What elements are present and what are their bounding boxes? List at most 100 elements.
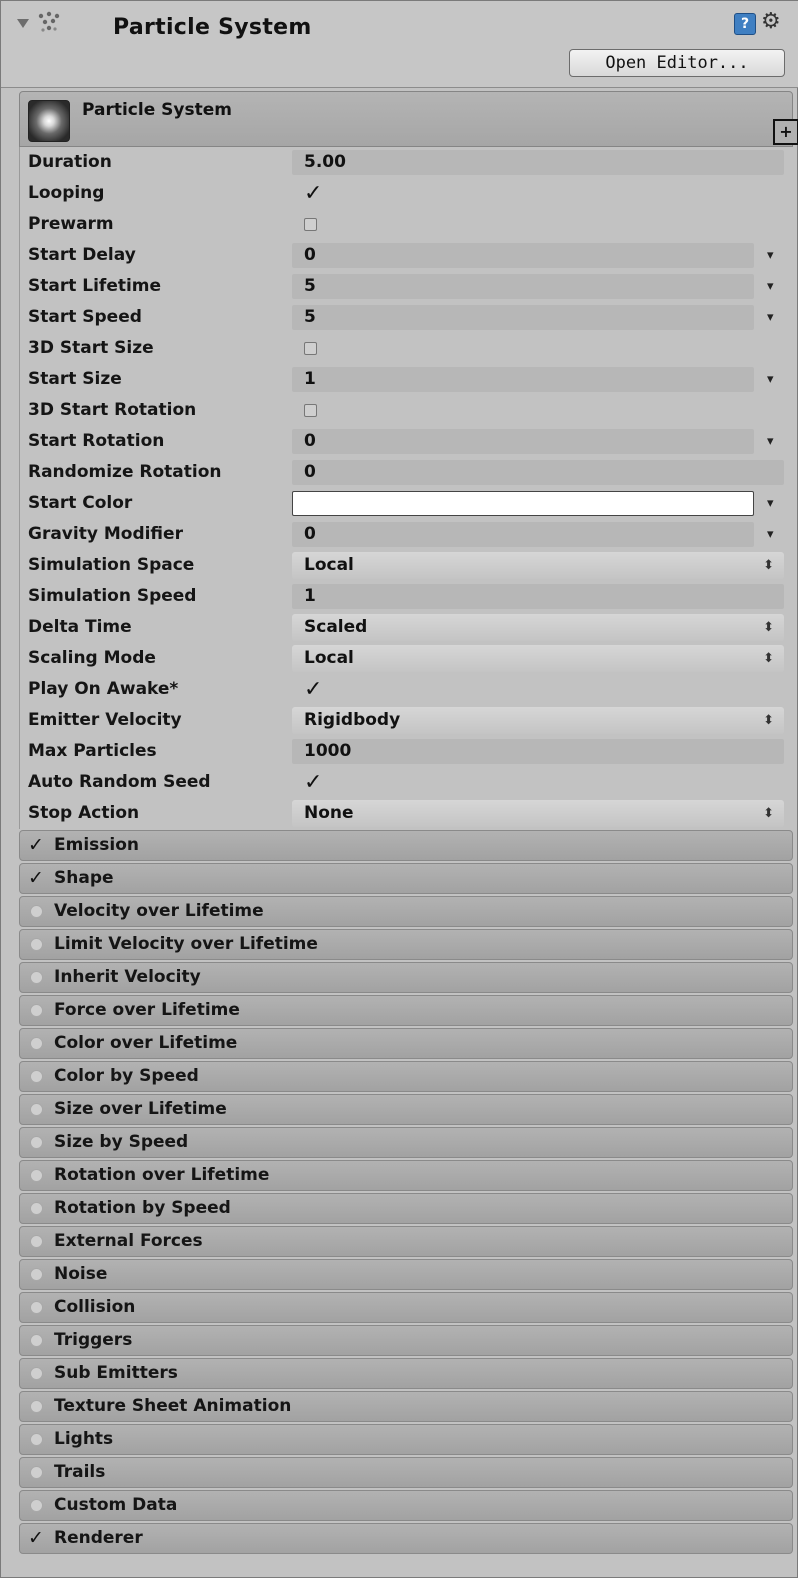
module-inherit-velocity[interactable]: Inherit Velocity (19, 962, 793, 993)
property-row-simulation-space: Simulation Space Local ⬍ (20, 550, 793, 581)
module-toggle-icon[interactable] (30, 1367, 43, 1380)
curve-dropdown-arrow-icon[interactable]: ▾ (767, 519, 774, 550)
field-value: 5.00 (304, 152, 346, 172)
value-field-start-rotation[interactable]: 0 (292, 429, 754, 454)
module-toggle-icon[interactable] (30, 1268, 43, 1281)
module-enabled-check-icon[interactable]: ✓ (28, 1524, 44, 1553)
dropdown-stop-action[interactable]: None ⬍ (292, 800, 784, 827)
open-editor-button[interactable]: Open Editor... (569, 49, 785, 77)
module-toggle-icon[interactable] (30, 1037, 43, 1050)
checkbox-3d-start-size[interactable] (304, 342, 317, 355)
module-collision[interactable]: Collision (19, 1292, 793, 1323)
curve-dropdown-arrow-icon[interactable]: ▾ (767, 488, 774, 519)
module-color-by-speed[interactable]: Color by Speed (19, 1061, 793, 1092)
help-icon[interactable]: ? (734, 13, 756, 35)
module-renderer[interactable]: ✓ Renderer (19, 1523, 793, 1554)
module-enabled-check-icon[interactable]: ✓ (28, 831, 44, 860)
module-size-by-speed[interactable]: Size by Speed (19, 1127, 793, 1158)
curve-dropdown-arrow-icon[interactable]: ▾ (767, 240, 774, 271)
value-field-duration[interactable]: 5.00 (292, 150, 784, 175)
checkbox-auto-random-seed[interactable]: ✓ (304, 767, 322, 798)
module-lights[interactable]: Lights (19, 1424, 793, 1455)
module-toggle-icon[interactable] (30, 1499, 43, 1512)
color-field-start-color[interactable] (292, 491, 754, 516)
module-texture-sheet-animation[interactable]: Texture Sheet Animation (19, 1391, 793, 1422)
checkbox-looping[interactable]: ✓ (304, 178, 322, 209)
value-field-max-particles[interactable]: 1000 (292, 739, 784, 764)
dropdown-emitter-velocity[interactable]: Rigidbody ⬍ (292, 707, 784, 734)
module-toggle-icon[interactable] (30, 905, 43, 918)
property-label: 3D Start Rotation (28, 400, 197, 420)
dropdown-simulation-space[interactable]: Local ⬍ (292, 552, 784, 579)
module-toggle-icon[interactable] (30, 1103, 43, 1116)
curve-dropdown-arrow-icon[interactable]: ▾ (767, 364, 774, 395)
module-velocity-over-lifetime[interactable]: Velocity over Lifetime (19, 896, 793, 927)
value-field-start-size[interactable]: 1 (292, 367, 754, 392)
property-row-gravity-modifier: Gravity Modifier 0 ▾ (20, 519, 793, 550)
dropdown-value: Local (304, 648, 354, 668)
module-label: Size by Speed (54, 1132, 189, 1152)
value-field-randomize-rotation[interactable]: 0 (292, 460, 784, 485)
module-sub-emitters[interactable]: Sub Emitters (19, 1358, 793, 1389)
module-toggle-icon[interactable] (30, 1070, 43, 1083)
module-rotation-over-lifetime[interactable]: Rotation over Lifetime (19, 1160, 793, 1191)
property-label: Scaling Mode (28, 648, 156, 668)
module-color-over-lifetime[interactable]: Color over Lifetime (19, 1028, 793, 1059)
module-toggle-icon[interactable] (30, 938, 43, 951)
module-size-over-lifetime[interactable]: Size over Lifetime (19, 1094, 793, 1125)
add-module-plus-icon[interactable]: + (773, 119, 798, 145)
module-toggle-icon[interactable] (30, 1433, 43, 1446)
field-value: 0 (304, 462, 316, 482)
module-custom-data[interactable]: Custom Data (19, 1490, 793, 1521)
module-shape[interactable]: ✓ Shape (19, 863, 793, 894)
checkbox-play-on-awake[interactable]: ✓ (304, 674, 322, 705)
module-external-forces[interactable]: External Forces (19, 1226, 793, 1257)
updown-arrows-icon: ⬍ (763, 806, 774, 821)
module-emission[interactable]: ✓ Emission (19, 830, 793, 861)
field-value: 1 (304, 586, 316, 606)
module-noise[interactable]: Noise (19, 1259, 793, 1290)
property-label: Randomize Rotation (28, 462, 222, 482)
value-field-start-delay[interactable]: 0 (292, 243, 754, 268)
module-toggle-icon[interactable] (30, 1334, 43, 1347)
curve-dropdown-arrow-icon[interactable]: ▾ (767, 271, 774, 302)
module-force-over-lifetime[interactable]: Force over Lifetime (19, 995, 793, 1026)
checkbox-3d-start-rotation[interactable] (304, 404, 317, 417)
foldout-arrow-icon[interactable] (17, 19, 29, 28)
module-toggle-icon[interactable] (30, 1169, 43, 1182)
module-label: Limit Velocity over Lifetime (54, 934, 318, 954)
module-triggers[interactable]: Triggers (19, 1325, 793, 1356)
module-toggle-icon[interactable] (30, 1136, 43, 1149)
property-label: Start Delay (28, 245, 136, 265)
module-label: Noise (54, 1264, 108, 1284)
value-field-simulation-speed[interactable]: 1 (292, 584, 784, 609)
module-enabled-check-icon[interactable]: ✓ (28, 864, 44, 893)
property-row-simulation-speed: Simulation Speed 1 (20, 581, 793, 612)
module-toggle-icon[interactable] (30, 1466, 43, 1479)
module-toggle-icon[interactable] (30, 1202, 43, 1215)
curve-dropdown-arrow-icon[interactable]: ▾ (767, 426, 774, 457)
curve-dropdown-arrow-icon[interactable]: ▾ (767, 302, 774, 333)
particle-system-module-header[interactable]: Particle System + (19, 91, 798, 147)
dropdown-delta-time[interactable]: Scaled ⬍ (292, 614, 784, 641)
module-rotation-by-speed[interactable]: Rotation by Speed (19, 1193, 793, 1224)
checkbox-prewarm[interactable] (304, 218, 317, 231)
property-row-start-color: Start Color ▾ (20, 488, 793, 519)
module-trails[interactable]: Trails (19, 1457, 793, 1488)
module-toggle-icon[interactable] (30, 1004, 43, 1017)
value-field-start-speed[interactable]: 5 (292, 305, 754, 330)
property-label: 3D Start Size (28, 338, 154, 358)
module-label: Color over Lifetime (54, 1033, 238, 1053)
property-label: Prewarm (28, 214, 114, 234)
property-row-start-size: Start Size 1 ▾ (20, 364, 793, 395)
value-field-gravity-modifier[interactable]: 0 (292, 522, 754, 547)
module-limit-velocity-over-lifetime[interactable]: Limit Velocity over Lifetime (19, 929, 793, 960)
value-field-start-lifetime[interactable]: 5 (292, 274, 754, 299)
dropdown-scaling-mode[interactable]: Local ⬍ (292, 645, 784, 672)
module-label: Collision (54, 1297, 136, 1317)
module-toggle-icon[interactable] (30, 971, 43, 984)
gear-icon[interactable]: ⚙ (761, 9, 781, 34)
module-toggle-icon[interactable] (30, 1301, 43, 1314)
module-toggle-icon[interactable] (30, 1235, 43, 1248)
module-toggle-icon[interactable] (30, 1400, 43, 1413)
